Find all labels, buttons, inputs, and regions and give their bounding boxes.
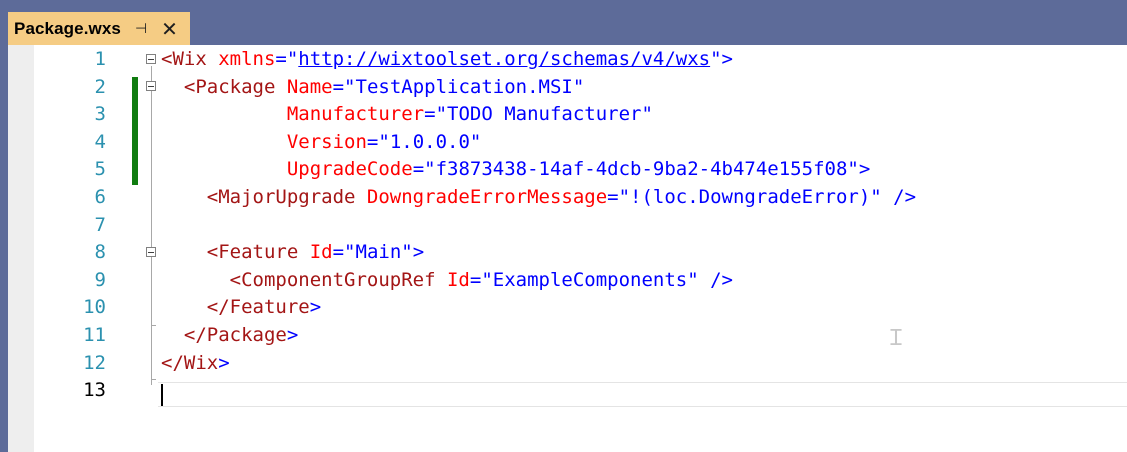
- code-token: >: [309, 296, 322, 319]
- code-token: <Wix: [161, 48, 207, 70]
- code-token: =": [469, 268, 493, 291]
- code-text[interactable]: <Package Name="TestApplication.MSI": [161, 74, 584, 101]
- code-token: 1.0.0.0: [389, 130, 470, 153]
- code-line[interactable]: 1 <Wix xmlns="http://wixtoolset.org/schem…: [8, 46, 1127, 73]
- code-line[interactable]: 2 <Package Name="TestApplication.MSI": [8, 74, 1127, 101]
- code-text[interactable]: Manufacturer="TODO Manufacturer": [161, 101, 653, 128]
- text-caret: [161, 384, 163, 406]
- code-line[interactable]: 8 <Feature Id="Main">: [8, 239, 1127, 266]
- code-line[interactable]: 13: [8, 377, 1127, 404]
- close-icon[interactable]: ✕: [161, 19, 178, 39]
- line-number: 7: [94, 213, 106, 236]
- line-number: 5: [94, 158, 106, 181]
- code-token: Main: [355, 241, 402, 264]
- code-text[interactable]: <Feature Id="Main">: [161, 239, 424, 266]
- code-text[interactable]: </Feature>: [161, 294, 321, 321]
- line-number: 8: [94, 241, 106, 264]
- code-token: Name: [275, 75, 333, 98]
- code-token: </Feature: [206, 296, 310, 319]
- line-number: 10: [83, 296, 106, 319]
- tab-strip: Package.wxs ⊣ ✕: [0, 0, 1127, 45]
- code-text[interactable]: UpgradeCode="f3873438-14af-4dcb-9ba2-4b4…: [161, 156, 870, 183]
- code-token: </Package: [183, 324, 287, 346]
- code-token: !(loc.DowngradeError): [630, 186, 871, 208]
- code-token: UpgradeCode: [286, 158, 413, 181]
- code-token: =": [607, 186, 631, 208]
- code-token: DowngradeErrorMessage: [355, 186, 608, 208]
- code-token[interactable]: http://wixtoolset.org/schemas/v4/wxs: [298, 48, 710, 70]
- code-token: <Feature: [206, 241, 299, 264]
- line-number: 1: [94, 48, 106, 70]
- code-token: <Package: [183, 75, 276, 98]
- code-token: TODO Manufacturer: [447, 103, 642, 126]
- tab-package-wxs[interactable]: Package.wxs ⊣ ✕: [8, 12, 190, 45]
- code-token: =": [424, 103, 448, 126]
- code-line[interactable]: 7: [8, 212, 1127, 239]
- line-number: 9: [94, 268, 106, 291]
- code-token: =": [275, 48, 299, 70]
- code-token: ExampleComponents: [492, 268, 688, 291]
- line-number: 2: [94, 75, 106, 98]
- code-token: " />: [870, 186, 917, 208]
- code-token: =": [412, 158, 436, 181]
- line-number: 11: [83, 324, 106, 346]
- code-token: =": [332, 75, 356, 98]
- code-token: <ComponentGroupRef: [229, 268, 436, 291]
- code-line[interactable]: 12 </Wix>: [8, 350, 1127, 377]
- line-number: 12: [83, 351, 106, 374]
- code-token: xmlns: [206, 48, 276, 70]
- pin-icon[interactable]: ⊣: [135, 21, 147, 37]
- code-token: ": [641, 103, 653, 126]
- code-token: <MajorUpgrade: [206, 186, 356, 208]
- code-text[interactable]: <Wix xmlns="http://wixtoolset.org/schema…: [161, 46, 733, 73]
- code-token: =": [332, 241, 356, 264]
- code-token: Id: [298, 241, 333, 264]
- line-number: 13: [83, 379, 106, 402]
- code-text[interactable]: <ComponentGroupRef Id="ExampleComponents…: [161, 267, 733, 294]
- code-line[interactable]: 3 Manufacturer="TODO Manufacturer": [8, 101, 1127, 128]
- line-number: 6: [94, 186, 106, 208]
- code-token: ">: [401, 241, 425, 264]
- line-number: 3: [94, 103, 106, 126]
- code-token: ": [572, 75, 585, 98]
- code-token: </Wix: [161, 351, 219, 374]
- code-token: f3873438-14af-4dcb-9ba2-4b474e155f08: [435, 158, 848, 181]
- code-line[interactable]: 5 UpgradeCode="f3873438-14af-4dcb-9ba2-4…: [8, 156, 1127, 183]
- code-token: >: [218, 351, 230, 374]
- code-text[interactable]: Version="1.0.0.0": [161, 129, 482, 156]
- code-line[interactable]: 4 Version="1.0.0.0": [8, 129, 1127, 156]
- code-token: >: [286, 324, 299, 346]
- code-line[interactable]: 6 <MajorUpgrade DowngradeErrorMessage="!…: [8, 184, 1127, 211]
- code-line[interactable]: 11 </Package>: [8, 322, 1127, 349]
- code-token: Manufacturer: [286, 103, 425, 126]
- code-line[interactable]: 9 <ComponentGroupRef Id="ExampleComponen…: [8, 267, 1127, 294]
- code-line[interactable]: 10 </Feature>: [8, 294, 1127, 321]
- code-text[interactable]: <MajorUpgrade DowngradeErrorMessage="!(l…: [161, 184, 916, 211]
- code-token: Id: [435, 268, 470, 291]
- code-token: =": [366, 130, 390, 153]
- code-text[interactable]: </Package>: [161, 322, 298, 349]
- line-number: 4: [94, 130, 106, 153]
- code-token: TestApplication.MSI: [355, 75, 573, 98]
- code-token: " />: [687, 268, 733, 291]
- ibeam-cursor-icon: Ｉ: [885, 326, 908, 351]
- code-token: ">: [710, 48, 733, 70]
- tab-title[interactable]: Package.wxs: [14, 19, 121, 39]
- code-token: Version: [286, 130, 367, 153]
- code-token: ">: [847, 158, 871, 181]
- code-editor[interactable]: 1 <Wix xmlns="http://wixtoolset.org/schem…: [8, 45, 1127, 452]
- code-token: ": [469, 130, 482, 153]
- code-text[interactable]: </Wix>: [161, 350, 230, 377]
